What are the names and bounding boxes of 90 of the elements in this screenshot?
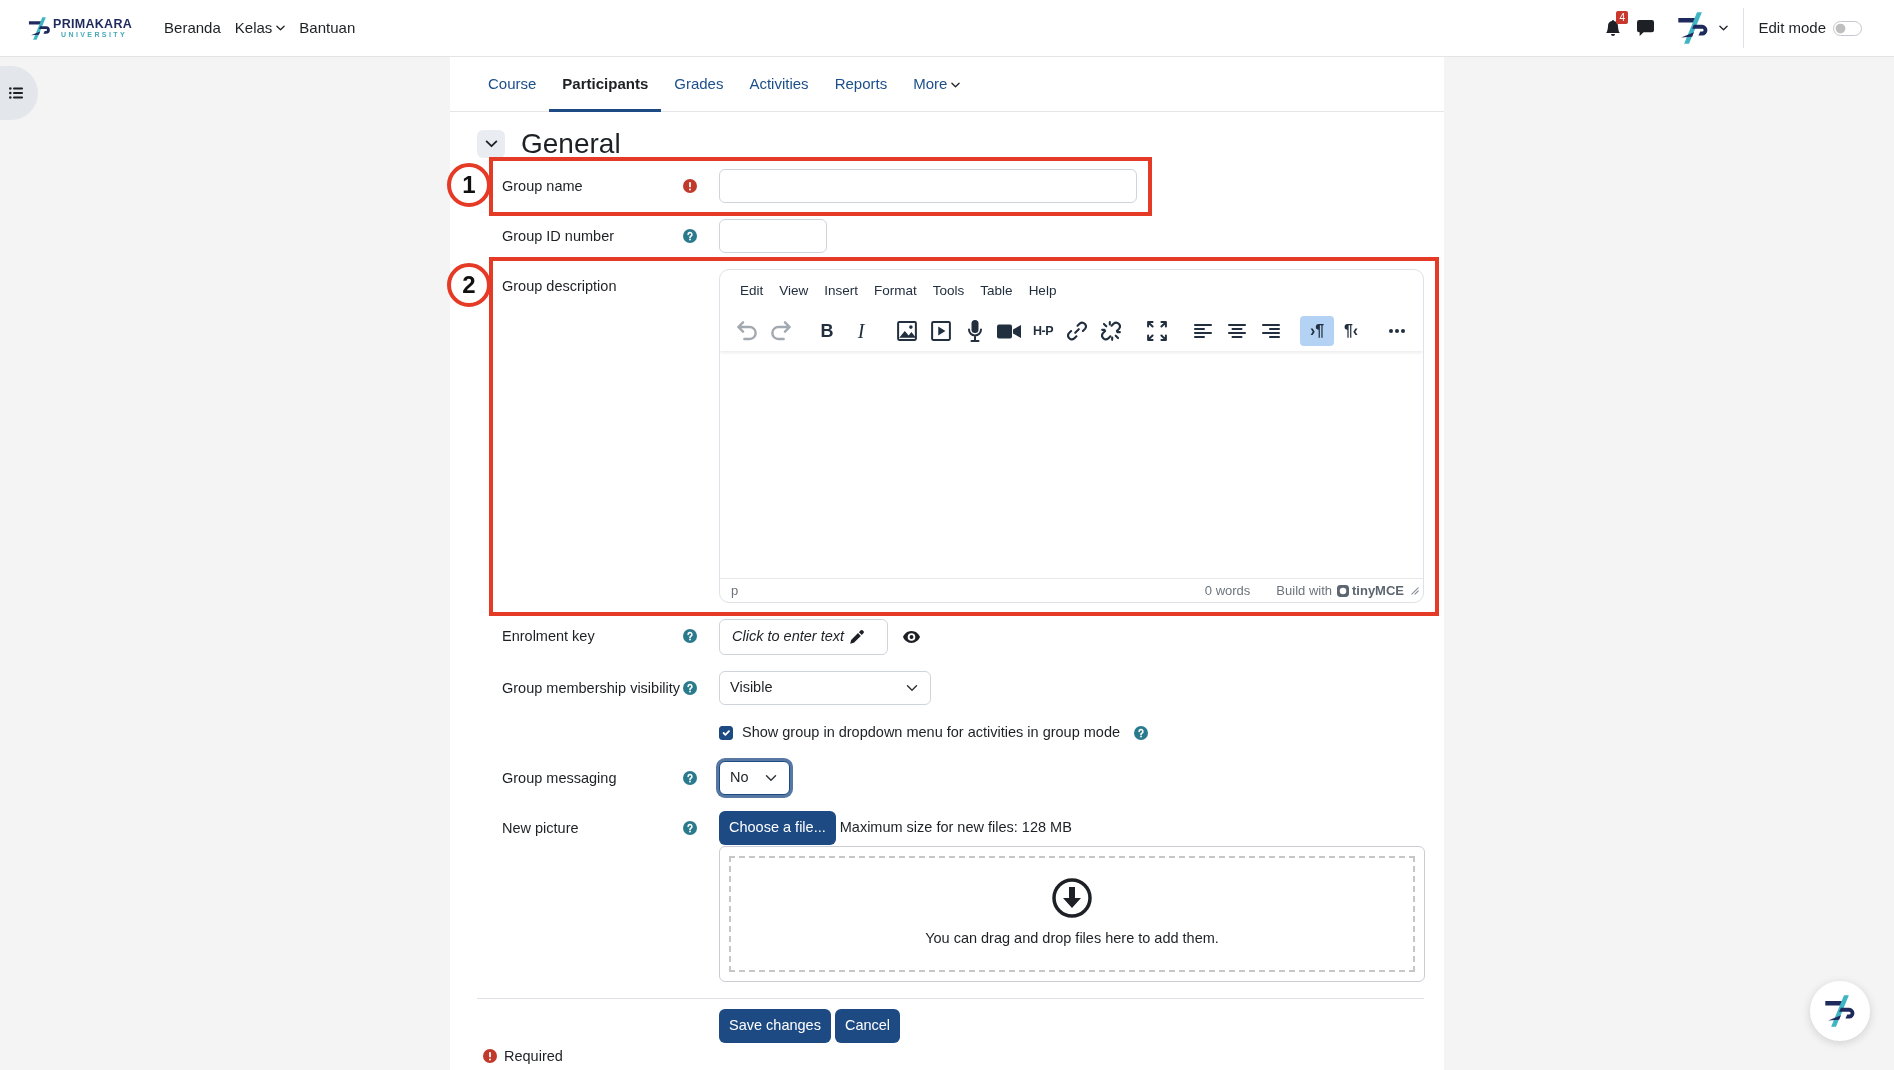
field-label: Group name bbox=[502, 177, 583, 196]
nav-link[interactable]: Bantuan bbox=[292, 10, 363, 46]
align-left-icon[interactable] bbox=[1194, 324, 1212, 338]
pencil-icon[interactable] bbox=[850, 630, 864, 644]
drop-hint: You can drag and drop files here to add them. bbox=[925, 929, 1219, 949]
nav-link[interactable]: Kelas bbox=[227, 10, 293, 46]
logo-icon[interactable] bbox=[28, 16, 51, 40]
text-field[interactable] bbox=[719, 219, 827, 253]
branding-text: Build with bbox=[1276, 581, 1332, 600]
file-size-limit: Maximum size for new files: 128 MB bbox=[839, 818, 1072, 838]
choose-file-button[interactable]: Choose a file... bbox=[719, 811, 836, 845]
menu-item[interactable]: Table bbox=[980, 278, 1013, 304]
link-icon[interactable] bbox=[1067, 321, 1087, 341]
tab[interactable]: Activities bbox=[736, 57, 822, 112]
chat-icon[interactable] bbox=[1637, 20, 1655, 36]
tab[interactable]: Course bbox=[475, 57, 550, 112]
tab[interactable]: Grades bbox=[661, 57, 737, 112]
field-label: Group messaging bbox=[502, 769, 617, 788]
annotation-number: 2 bbox=[447, 263, 491, 307]
help-icon[interactable] bbox=[683, 229, 697, 243]
more-icon[interactable] bbox=[1389, 329, 1405, 333]
help-icon[interactable] bbox=[1134, 726, 1149, 740]
field-label: Enrolment key bbox=[502, 627, 595, 646]
help-icon[interactable] bbox=[683, 681, 697, 695]
editable-text-field[interactable]: Click to enter text bbox=[719, 619, 888, 655]
help-icon[interactable] bbox=[683, 629, 697, 643]
section-heading: General bbox=[521, 129, 621, 159]
tab[interactable]: Participants bbox=[549, 57, 662, 112]
help-icon[interactable] bbox=[683, 771, 697, 785]
required-icon bbox=[483, 1049, 497, 1063]
align-center-icon[interactable] bbox=[1228, 324, 1246, 338]
field-label: Group description bbox=[502, 277, 617, 296]
edit-mode-switch[interactable] bbox=[1833, 20, 1862, 36]
bell-icon[interactable] bbox=[1606, 20, 1621, 36]
edit-mode-label: Edit mode bbox=[1758, 17, 1826, 38]
save-button[interactable]: Save changes bbox=[719, 1009, 831, 1043]
align-right-icon[interactable] bbox=[1262, 324, 1280, 338]
avatar-logo-icon[interactable] bbox=[1677, 12, 1710, 44]
logo-icon bbox=[1824, 995, 1856, 1027]
list-icon[interactable] bbox=[9, 87, 23, 99]
menu-item[interactable]: Format bbox=[874, 278, 917, 304]
play-icon[interactable] bbox=[931, 321, 951, 341]
resize-handle-icon[interactable] bbox=[1411, 586, 1419, 595]
floating-logo-button[interactable] bbox=[1810, 981, 1870, 1041]
tab[interactable]: Reports bbox=[821, 57, 901, 112]
rich-text-editor[interactable]: Edit View Insert Format Tools Table Help B I H-P ›¶ ¶‹ p 0 words Build with tinyMCE bbox=[719, 269, 1424, 603]
field-label: New picture bbox=[502, 819, 579, 838]
editor-logo-icon[interactable] bbox=[1337, 584, 1349, 597]
image-icon[interactable] bbox=[897, 321, 917, 341]
menu-item[interactable]: Insert bbox=[824, 278, 859, 304]
right-to-left-button[interactable]: ¶‹ bbox=[1334, 316, 1368, 346]
file-drop-area[interactable]: You can drag and drop files here to add them. bbox=[719, 846, 1425, 982]
checkbox-label: Show group in dropdown menu for activities in group mode bbox=[742, 723, 1121, 743]
menu-item[interactable]: Edit bbox=[740, 278, 764, 304]
caret-icon[interactable] bbox=[1719, 25, 1729, 31]
menu-item[interactable]: Help bbox=[1028, 278, 1057, 304]
chevron-icon[interactable] bbox=[484, 140, 498, 148]
broken-link-icon[interactable] bbox=[1101, 321, 1121, 341]
italic-button[interactable]: I bbox=[844, 316, 878, 346]
expand-icon[interactable] bbox=[1147, 321, 1167, 341]
microphone-icon[interactable] bbox=[968, 320, 982, 342]
element-path[interactable]: p bbox=[731, 580, 739, 601]
branding-name[interactable]: tinyMCE bbox=[1352, 580, 1404, 601]
tab[interactable]: More bbox=[900, 57, 974, 112]
annotation-number: 1 bbox=[447, 163, 491, 207]
dropdown-field[interactable]: No bbox=[719, 761, 790, 795]
field-label: Group membership visibility bbox=[502, 679, 681, 698]
help-icon[interactable] bbox=[683, 821, 697, 835]
text-field[interactable] bbox=[719, 169, 1137, 203]
field-label: Group ID number bbox=[502, 227, 615, 246]
bold-button[interactable]: B bbox=[810, 316, 844, 346]
checkbox[interactable] bbox=[719, 726, 733, 740]
plugin-button[interactable]: H-P bbox=[1026, 316, 1060, 346]
menu-item[interactable]: Tools bbox=[932, 278, 965, 304]
collapse-button[interactable] bbox=[477, 130, 505, 158]
required-note: Required bbox=[504, 1047, 563, 1065]
drawer-toggle-button[interactable] bbox=[0, 66, 38, 120]
left-to-right-button[interactable]: ›¶ bbox=[1300, 316, 1334, 346]
cancel-button[interactable]: Cancel bbox=[834, 1009, 901, 1043]
caret-icon[interactable] bbox=[951, 81, 961, 88]
notification-count: 4 bbox=[1616, 11, 1628, 24]
dropdown-field[interactable]: Visible bbox=[719, 671, 931, 705]
eye-icon[interactable] bbox=[903, 631, 920, 643]
caret-icon[interactable] bbox=[276, 25, 286, 31]
video-camera-icon[interactable] bbox=[997, 323, 1021, 339]
download-icon bbox=[1052, 878, 1092, 919]
menu-item[interactable]: View bbox=[779, 278, 809, 304]
nav-link[interactable]: Beranda bbox=[157, 10, 228, 46]
brand-name[interactable]: PRIMAKARA bbox=[53, 17, 133, 31]
word-count[interactable]: 0 words bbox=[1204, 580, 1251, 601]
